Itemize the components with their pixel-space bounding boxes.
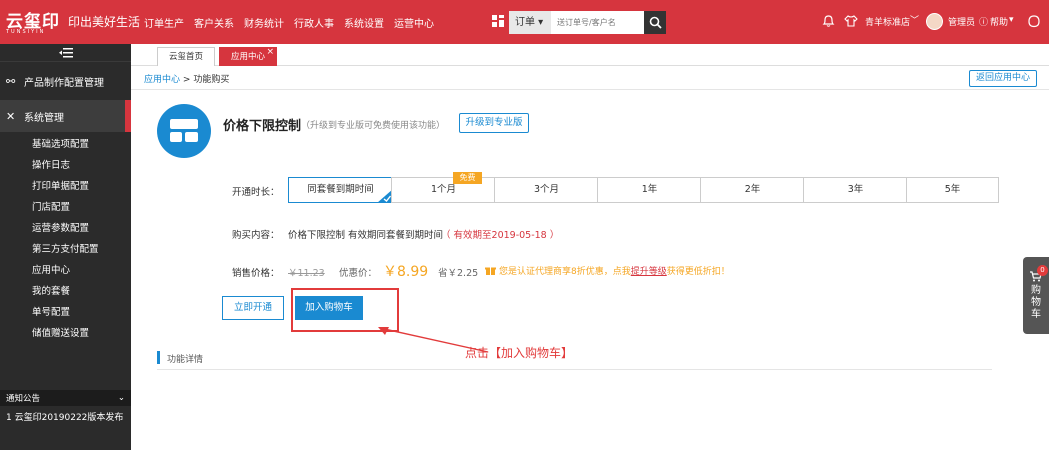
breadcrumb-row: 应用中心 > 功能购买 返回应用中心 bbox=[131, 66, 1049, 90]
price-label: 销售价格： bbox=[232, 268, 280, 279]
logo[interactable]: 云玺印 TUNSIYIN 印出美好生活 bbox=[6, 9, 140, 35]
power-icon[interactable] bbox=[1028, 14, 1040, 28]
cart-count-badge: 0 bbox=[1037, 265, 1048, 276]
purchase-label: 购买内容： bbox=[232, 230, 280, 241]
product-title: 价格下限控制 bbox=[223, 119, 302, 134]
help-icon[interactable]: ⓘ bbox=[979, 15, 988, 28]
nav-customers[interactable]: 客户关系 bbox=[194, 15, 234, 30]
sidebar-item-my-plan[interactable]: 我的套餐 bbox=[0, 281, 131, 302]
promo-text: 您是认证代理商享8折优惠，点我 提升等级 获得更低折扣！ bbox=[485, 264, 730, 277]
tabs-bar: 云玺首页 应用中心 × bbox=[131, 44, 1049, 66]
tools-icon: ✕ bbox=[6, 109, 16, 123]
tab-home[interactable]: 云玺首页 bbox=[157, 47, 215, 66]
duration-option-1y[interactable]: 1年 bbox=[597, 177, 702, 203]
nav-orders[interactable]: 订单生产 bbox=[144, 15, 184, 30]
notice-header[interactable]: 通知公告 ⌄ bbox=[0, 390, 131, 406]
chevron-down-icon: ▾ bbox=[535, 17, 544, 28]
open-now-button[interactable]: 立即开通 bbox=[222, 296, 284, 320]
purchase-value: 价格下限控制 有效期同套餐到期时间 bbox=[288, 230, 444, 241]
tab-app-center[interactable]: 应用中心 × bbox=[219, 47, 277, 66]
search-icon bbox=[649, 16, 662, 29]
save-amount: 省￥2.25 bbox=[438, 268, 479, 279]
notice-item[interactable]: 1 云玺印20190222版本发布 bbox=[6, 410, 123, 423]
duration-option-2y[interactable]: 2年 bbox=[700, 177, 805, 203]
brand-sub: TUNSIYIN bbox=[6, 29, 46, 35]
settings-icon: ⚯ bbox=[6, 74, 16, 88]
sidebar-item-ops-params[interactable]: 运营参数配置 bbox=[0, 218, 131, 239]
breadcrumb: 应用中心 > 功能购买 bbox=[144, 72, 229, 85]
nav-finance[interactable]: 财务统计 bbox=[244, 15, 284, 30]
cart-label: 购物车 bbox=[1031, 285, 1041, 320]
sidebar-item-number-config[interactable]: 单号配置 bbox=[0, 302, 131, 323]
duration-option-label: 同套餐到期时间 bbox=[307, 184, 374, 195]
top-bar: 云玺印 TUNSIYIN 印出美好生活 订单生产 客户关系 财务统计 行政人事 … bbox=[0, 0, 1049, 44]
duration-option-plan[interactable]: 同套餐到期时间 bbox=[288, 177, 393, 203]
product-note: （升级到专业版可免费使用该功能） bbox=[301, 121, 446, 131]
back-to-app-center-button[interactable]: 返回应用中心 bbox=[969, 70, 1037, 87]
store-chevron-icon[interactable]: ﹀ bbox=[910, 13, 919, 26]
gift-icon bbox=[485, 267, 496, 275]
sidebar: ⚯ 产品制作配置管理 ✕ 系统管理 基础选项配置 操作日志 打印单据配置 门店配… bbox=[0, 44, 131, 450]
free-badge: 免费 bbox=[453, 172, 482, 184]
sidebar-item-operation-log[interactable]: 操作日志 bbox=[0, 155, 131, 176]
duration-option-3y[interactable]: 3年 bbox=[803, 177, 908, 203]
sidebar-item-app-center[interactable]: 应用中心 bbox=[0, 260, 131, 281]
duration-option-5y[interactable]: 5年 bbox=[906, 177, 999, 203]
sidebar-group-system[interactable]: ✕ 系统管理 bbox=[0, 100, 131, 132]
notice-title: 通知公告 bbox=[6, 394, 41, 404]
promo-link[interactable]: 提升等级 bbox=[631, 264, 667, 277]
user-name[interactable]: 管理员 bbox=[948, 15, 975, 28]
breadcrumb-current: 功能购买 bbox=[193, 75, 230, 85]
promo-post: 获得更低折扣！ bbox=[666, 267, 730, 277]
floating-cart[interactable]: 0 购物车 bbox=[1023, 257, 1049, 334]
help-caret-icon[interactable]: ▾ bbox=[1009, 15, 1014, 25]
upgrade-button[interactable]: 升级到专业版 bbox=[459, 113, 529, 133]
nav-settings[interactable]: 系统设置 bbox=[344, 15, 384, 30]
store-name[interactable]: 青羊标准店 bbox=[865, 15, 910, 28]
nav-admin[interactable]: 行政人事 bbox=[294, 15, 334, 30]
discount-price: ￥8.99 bbox=[383, 264, 429, 280]
sidebar-item-store-config[interactable]: 门店配置 bbox=[0, 197, 131, 218]
purchase-validity: （ 有效期至2019-05-18 ） bbox=[441, 230, 560, 241]
breadcrumb-parent[interactable]: 应用中心 bbox=[144, 75, 180, 85]
help-link[interactable]: 帮助 bbox=[990, 15, 1008, 28]
promo-pre: 您是认证代理商享8折优惠，点我 bbox=[499, 267, 631, 277]
function-detail-section: 功能详情 bbox=[157, 348, 992, 370]
duration-option-3m[interactable]: 3个月 bbox=[494, 177, 599, 203]
section-marker bbox=[157, 351, 160, 364]
sidebar-group-product-config[interactable]: ⚯ 产品制作配置管理 bbox=[0, 62, 131, 100]
search-type-label: 订单 bbox=[515, 17, 535, 28]
sidebar-item-print-config[interactable]: 打印单据配置 bbox=[0, 176, 131, 197]
original-price: ￥11.23 bbox=[288, 268, 325, 279]
main-nav: 订单生产 客户关系 财务统计 行政人事 系统设置 运营中心 bbox=[144, 15, 444, 30]
avatar[interactable] bbox=[926, 13, 943, 30]
breadcrumb-sep: > bbox=[182, 75, 191, 85]
sidebar-group-label: 产品制作配置管理 bbox=[24, 77, 104, 89]
price-control-icon bbox=[157, 104, 211, 158]
collapse-menu-icon[interactable] bbox=[0, 44, 131, 62]
search-box: 订单 ▾ bbox=[509, 11, 666, 34]
tab-label: 应用中心 bbox=[230, 52, 265, 62]
chevron-down-icon: ⌄ bbox=[117, 393, 125, 403]
duration-label: 开通时长： bbox=[232, 187, 280, 198]
search-type-select[interactable]: 订单 ▾ bbox=[509, 11, 551, 34]
search-input[interactable] bbox=[551, 11, 644, 34]
close-icon[interactable]: × bbox=[266, 43, 274, 62]
section-title: 功能详情 bbox=[167, 355, 204, 365]
sidebar-item-basic-options[interactable]: 基础选项配置 bbox=[0, 134, 131, 155]
discount-label: 优惠价： bbox=[339, 268, 378, 279]
search-button[interactable] bbox=[644, 11, 666, 34]
nav-operations[interactable]: 运营中心 bbox=[394, 15, 434, 30]
brand-slogan: 印出美好生活 bbox=[68, 15, 141, 29]
sidebar-group-label: 系统管理 bbox=[24, 112, 64, 124]
sidebar-item-third-party-pay[interactable]: 第三方支付配置 bbox=[0, 239, 131, 260]
sidebar-item-stored-value[interactable]: 储值赠送设置 bbox=[0, 323, 131, 344]
bell-icon[interactable] bbox=[822, 14, 835, 28]
shirt-icon[interactable] bbox=[844, 14, 858, 28]
grid-icon[interactable] bbox=[492, 15, 504, 27]
